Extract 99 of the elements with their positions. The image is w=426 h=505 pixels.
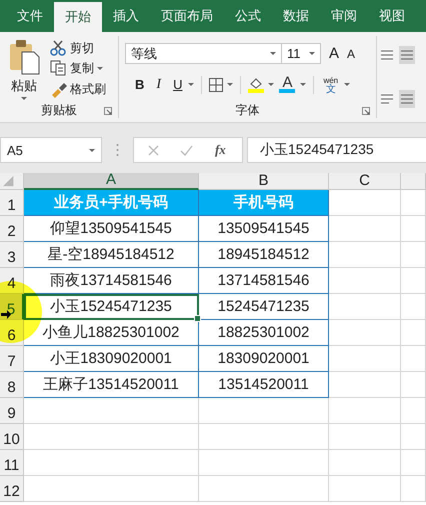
- row-header[interactable]: 12: [0, 476, 24, 502]
- group-label: 剪贴板: [41, 102, 77, 118]
- empty-cell: [401, 398, 426, 424]
- borders-icon: [209, 78, 224, 92]
- group-label: 字体: [236, 102, 260, 118]
- table-cell: 星-空18945184512: [24, 242, 199, 268]
- formula-field[interactable]: 小玉15245471235: [247, 137, 426, 163]
- column-header[interactable]: C: [329, 173, 401, 190]
- empty-cell: [401, 476, 426, 502]
- empty-cell: [401, 320, 426, 346]
- ribbon-tab[interactable]: 审阅: [320, 0, 368, 32]
- table-cell: 小王18309020001: [24, 346, 199, 372]
- top-align-icon: [381, 50, 393, 60]
- header-cell: 业务员+手机号码: [24, 190, 199, 216]
- caret-icon: [89, 148, 95, 152]
- header-cell: 手机号码: [199, 190, 329, 216]
- scissors-icon: [50, 40, 67, 57]
- empty-cell: [329, 398, 401, 424]
- shrink-font-button[interactable]: A: [345, 46, 358, 62]
- table-cell: 18309020001: [199, 346, 329, 372]
- caret-icon: [300, 83, 306, 86]
- font-color-button[interactable]: A: [278, 76, 296, 94]
- left-align-icon: [381, 94, 393, 104]
- empty-cell: [401, 372, 426, 398]
- font-name-field[interactable]: 等线: [125, 43, 282, 64]
- table-cell: 13714581546: [199, 268, 329, 294]
- paste-button[interactable]: 粘贴: [4, 36, 44, 102]
- table-cell: 13514520011: [199, 372, 329, 398]
- dialog-launcher-icon: [104, 107, 112, 115]
- paintbrush-icon: [50, 81, 67, 98]
- caret-icon: [227, 83, 234, 86]
- row-header[interactable]: 11: [0, 450, 24, 476]
- row-header[interactable]: 8: [0, 372, 24, 398]
- caret-icon: [21, 97, 27, 100]
- grow-font-button[interactable]: A: [327, 44, 342, 64]
- cancel-icon: [148, 144, 160, 156]
- bold-button[interactable]: B: [133, 76, 146, 94]
- dialog-launcher-icon: [362, 107, 370, 115]
- table-cell: 13509541545: [199, 216, 329, 242]
- ribbon-tab[interactable]: 开始: [54, 2, 102, 32]
- caret-icon: [344, 83, 350, 86]
- column-header[interactable]: B: [199, 173, 329, 190]
- caret-icon: [270, 52, 276, 56]
- font-size-field[interactable]: 11: [281, 43, 321, 64]
- row-header[interactable]: 7: [0, 346, 24, 372]
- fill-color-icon: [248, 76, 264, 94]
- check-icon: [180, 144, 193, 156]
- copy-icon: [50, 60, 67, 78]
- empty-cell: [329, 346, 401, 372]
- ribbon-tab[interactable]: 视图: [368, 0, 416, 32]
- caret-icon: [309, 52, 315, 56]
- empty-cell: [401, 294, 426, 320]
- row-header[interactable]: 10: [0, 424, 24, 450]
- table-cell: 15245471235: [199, 294, 329, 320]
- ribbon-tab[interactable]: 公式: [224, 0, 272, 32]
- cut-button[interactable]: 剪切: [48, 38, 108, 58]
- empty-cell: [401, 450, 426, 476]
- insert-function-button[interactable]: fx: [212, 142, 228, 158]
- empty-cell: [329, 294, 401, 320]
- empty-cell: [329, 242, 401, 268]
- name-box[interactable]: A5: [0, 137, 102, 163]
- empty-cell: [401, 242, 426, 268]
- column-header[interactable]: A: [24, 173, 199, 190]
- table-cell: 王麻子13514520011: [24, 372, 199, 398]
- table-cell: 仰望13509541545: [24, 216, 199, 242]
- empty-cell: [401, 216, 426, 242]
- middle-align-icon: [399, 46, 415, 64]
- ribbon-tab[interactable]: 文件: [6, 0, 54, 32]
- ribbon-tab[interactable]: 页面布局: [150, 0, 224, 32]
- empty-cell: [401, 346, 426, 372]
- copy-button[interactable]: 复制: [48, 59, 108, 78]
- empty-cell: [329, 268, 401, 294]
- grip-icon: [116, 143, 119, 157]
- empty-cell: [401, 424, 426, 450]
- ribbon-tab[interactable]: 数据: [272, 0, 320, 32]
- table-cell: 18945184512: [199, 242, 329, 268]
- empty-cell: [401, 268, 426, 294]
- ribbon-tab[interactable]: 插入: [102, 0, 150, 32]
- empty-cell: [329, 372, 401, 398]
- caret-icon: [268, 83, 274, 86]
- row-header[interactable]: 2: [0, 216, 24, 242]
- caret-icon: [188, 83, 194, 86]
- column-header[interactable]: [401, 173, 426, 190]
- italic-button[interactable]: I: [154, 76, 164, 94]
- table-cell: 18825301002: [199, 320, 329, 346]
- empty-cell: [329, 216, 401, 242]
- empty-cell: [329, 450, 401, 476]
- empty-cell: [329, 424, 401, 450]
- clipboard-icon: [8, 38, 40, 75]
- underline-button[interactable]: U: [171, 76, 184, 94]
- empty-cell: [329, 320, 401, 346]
- row-header[interactable]: 3: [0, 242, 24, 268]
- phonetic-button[interactable]: wén 文: [321, 74, 340, 95]
- caret-icon: [97, 67, 103, 70]
- center-align-icon: [399, 90, 415, 108]
- row-header[interactable]: 9: [0, 398, 24, 424]
- format-painter-button[interactable]: 格式刷: [48, 80, 108, 100]
- empty-cell: [329, 476, 401, 502]
- row-header[interactable]: 1: [0, 190, 24, 216]
